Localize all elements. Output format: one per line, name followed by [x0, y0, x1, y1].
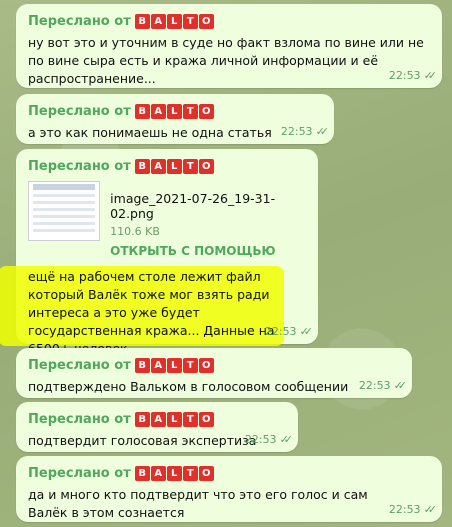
source-logo: BALTO — [134, 357, 214, 373]
message-text: а это как понимаешь не одна статья — [28, 125, 272, 140]
forward-header[interactable]: Переслано от BALTO — [28, 464, 432, 482]
chat-history: Переслано от BALTO ну вот это и уточним … — [0, 0, 452, 527]
read-checks-icon: ✓✓ — [423, 503, 438, 516]
open-with-button[interactable]: ОТКРЫТЬ С ПОМОЩЬЮ — [110, 244, 308, 258]
source-logo: BALTO — [134, 465, 214, 481]
message-text: подтверждено Вальком в голосовом сообщен… — [28, 379, 349, 394]
file-thumbnail[interactable] — [28, 181, 101, 241]
read-checks-icon: ✓✓ — [299, 325, 314, 338]
forward-header[interactable]: Переслано от BALTO — [28, 102, 324, 120]
message-bubble[interactable]: Переслано от BALTO ну вот это и уточним … — [16, 4, 442, 88]
forward-header[interactable]: Переслано от BALTO — [28, 157, 308, 175]
message-time: 22:53 — [280, 125, 313, 138]
file-name[interactable]: image_2021-07-26_19-31-02.png — [110, 191, 308, 221]
source-logo: BALTO — [134, 411, 214, 427]
message-bubble[interactable]: Переслано от BALTO а это как понимаешь н… — [16, 94, 334, 144]
forward-label: Переслано от — [28, 465, 131, 481]
forward-label: Переслано от — [28, 158, 131, 174]
file-attachment[interactable]: image_2021-07-26_19-31-02.png 110.6 KB О… — [28, 181, 308, 258]
forward-label: Переслано от — [28, 357, 131, 373]
message-bubble[interactable]: Переслано от BALTO подтверждено Вальком … — [16, 348, 412, 398]
message-time: 22:53 — [264, 325, 297, 338]
source-logo: BALTO — [134, 103, 214, 119]
message-time: 22:53 — [358, 379, 391, 392]
forward-header[interactable]: Переслано от BALTO — [28, 12, 432, 30]
message-meta: 22:53 ✓✓ — [264, 325, 314, 338]
read-checks-icon: ✓✓ — [279, 433, 294, 446]
forward-label: Переслано от — [28, 411, 131, 427]
forward-header[interactable]: Переслано от BALTO — [28, 410, 288, 428]
message-meta: 22:53 ✓✓ — [388, 69, 438, 82]
forward-header[interactable]: Переслано от BALTO — [28, 356, 402, 374]
message-bubble[interactable]: Переслано от BALTO image_2021-07-26_19-3… — [0, 149, 318, 356]
message-meta: 22:53 ✓✓ — [280, 125, 330, 138]
forward-label: Переслано от — [28, 13, 131, 29]
message-text: ну вот это и уточним в суде но факт взло… — [28, 35, 424, 86]
message-text: ещё на рабочем столе лежит файл который … — [28, 269, 275, 356]
forward-label: Переслано от — [28, 103, 131, 119]
file-size: 110.6 KB — [110, 225, 160, 238]
read-checks-icon: ✓✓ — [393, 379, 408, 392]
message-time: 22:53 — [244, 433, 277, 446]
read-checks-icon: ✓✓ — [423, 69, 438, 82]
message-time: 22:53 — [388, 69, 421, 82]
message-time: 22:53 — [388, 503, 421, 516]
message-meta: 22:53 ✓✓ — [388, 503, 438, 516]
message-bubble[interactable]: Переслано от BALTO подтвердит голосовая … — [16, 402, 298, 452]
read-checks-icon: ✓✓ — [315, 125, 330, 138]
message-meta: 22:53 ✓✓ — [358, 379, 408, 392]
message-bubble[interactable]: Переслано от BALTO да и много кто подтве… — [16, 456, 442, 522]
message-meta: 22:53 ✓✓ — [244, 433, 294, 446]
message-text: да и много кто подтвердит что это его го… — [28, 487, 368, 520]
source-logo: BALTO — [134, 158, 214, 174]
source-logo: BALTO — [134, 13, 214, 29]
